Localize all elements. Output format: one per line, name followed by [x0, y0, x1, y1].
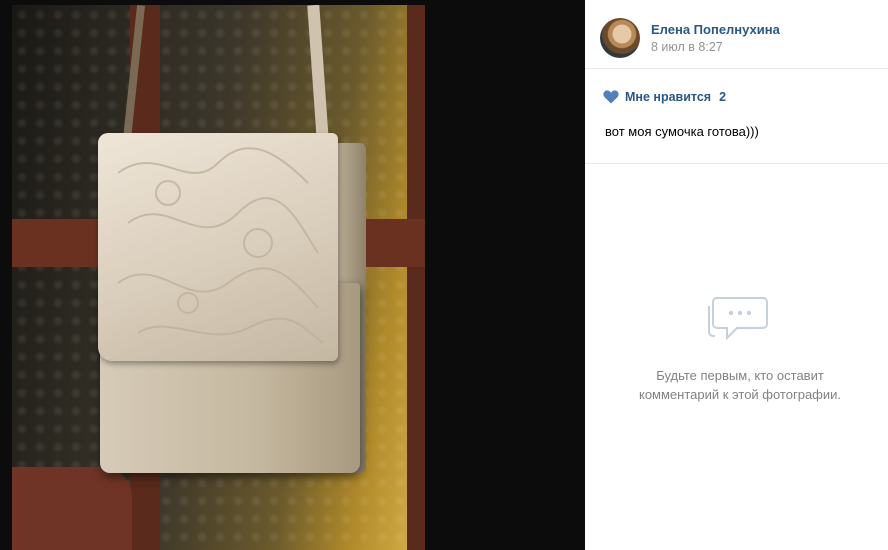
bag-flap: [98, 133, 338, 361]
photo-sidebar: Елена Попелнухина 8 июл в 8:27 Мне нрави…: [585, 0, 888, 550]
post-date[interactable]: 8 июл в 8:27: [651, 40, 723, 54]
author-header: Елена Попелнухина 8 июл в 8:27: [585, 0, 888, 69]
like-count[interactable]: 2: [719, 90, 726, 104]
like-button[interactable]: Мне нравится 2: [603, 90, 726, 104]
empty-comments-message: Будьте первым, кто оставит комментарий к…: [585, 366, 888, 404]
empty-comments-line: комментарий к этой фотографии.: [638, 387, 842, 402]
author-name[interactable]: Елена Попелнухина: [651, 22, 780, 37]
avatar[interactable]: [600, 18, 640, 58]
photo[interactable]: [12, 5, 425, 550]
photo-viewer: [0, 0, 585, 550]
photo-caption: вот моя сумочка готова))): [605, 124, 759, 139]
door-frame: [407, 5, 425, 550]
divider: [585, 163, 888, 164]
speech-bubble-icon: [708, 297, 768, 341]
like-label: Мне нравится: [625, 90, 712, 104]
empty-comments-line: Будьте первым, кто оставит: [656, 368, 824, 383]
heart-icon: [603, 90, 619, 104]
chair-back: [12, 467, 132, 550]
bag: [98, 133, 368, 479]
